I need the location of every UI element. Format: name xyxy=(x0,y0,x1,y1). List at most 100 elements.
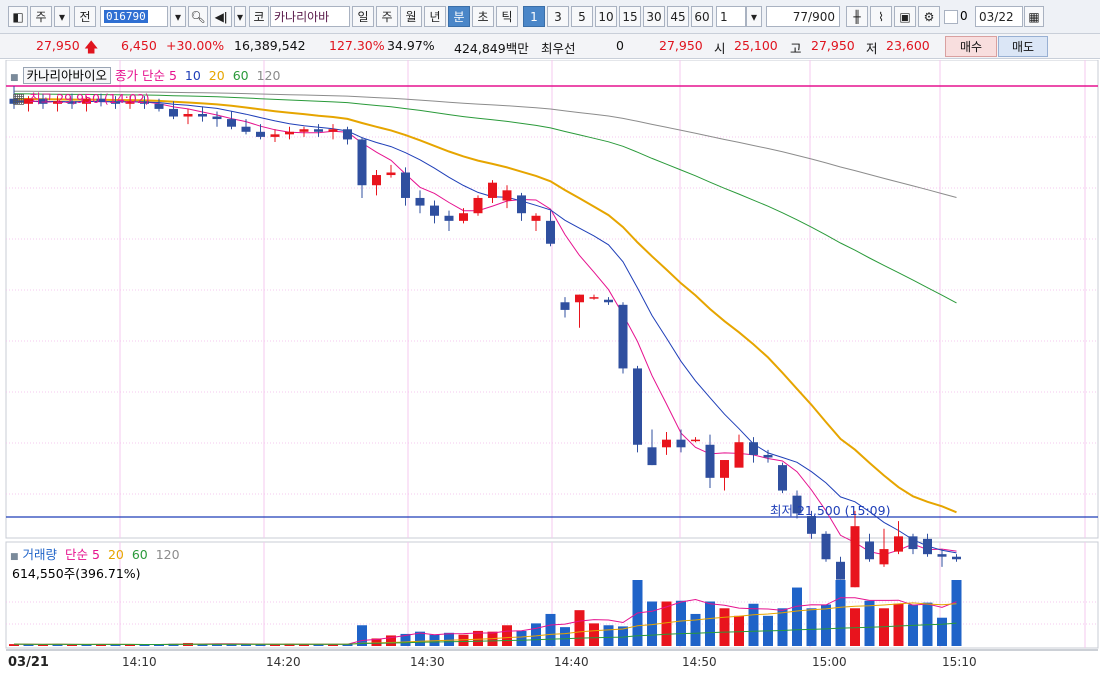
sound-icon[interactable]: ◀ǀ xyxy=(210,6,232,27)
gear-icon[interactable]: ⚙ xyxy=(918,6,940,27)
interval-button-2[interactable]: 5 xyxy=(571,6,593,27)
volume-bar xyxy=(502,625,512,646)
volume-bar xyxy=(589,623,599,646)
interval-button-0[interactable]: 1 xyxy=(523,6,545,27)
grid-table-icon[interactable]: ▦ xyxy=(12,91,25,107)
interval-input[interactable]: 1 xyxy=(716,6,746,27)
layout-icon[interactable]: ◧ xyxy=(8,6,28,27)
volume-bar xyxy=(67,644,77,646)
open-price: 25,100 xyxy=(734,38,778,53)
candle-body xyxy=(923,538,932,555)
volume-bar xyxy=(792,587,802,646)
candle-body xyxy=(169,108,178,117)
high-annotation: 최고 29,950 (14:02) xyxy=(29,91,150,106)
candle-body xyxy=(691,439,700,442)
volume-bar xyxy=(893,603,904,646)
volume-bar xyxy=(937,617,947,646)
volume-bar xyxy=(821,604,831,646)
interval-button-1[interactable]: 3 xyxy=(547,6,569,27)
period-button-4[interactable]: 분 xyxy=(448,6,470,27)
candle-body xyxy=(531,215,541,221)
period-button-3[interactable]: 년 xyxy=(424,6,446,27)
high-label: 고 xyxy=(790,41,802,56)
volume-bar xyxy=(748,603,759,646)
line-tool-icon[interactable]: ⌇ xyxy=(870,6,892,27)
ma10-line xyxy=(13,100,957,554)
candle-body xyxy=(879,549,889,565)
interval-button-7[interactable]: 60 xyxy=(691,6,713,27)
candle-body xyxy=(430,205,439,216)
type-selector[interactable]: 주 xyxy=(30,6,52,27)
candle-body xyxy=(154,103,164,109)
volume-bar xyxy=(835,580,846,646)
code-dropdown-icon[interactable]: ▾ xyxy=(170,6,186,27)
volume-bar xyxy=(531,623,541,646)
chart-svg[interactable]: 03/21 14:10 14:20 14:30 14:40 14:50 15:00 15:10 xyxy=(0,59,1100,674)
volume-bar xyxy=(806,608,817,646)
candle-body xyxy=(343,129,352,140)
interval-button-6[interactable]: 45 xyxy=(667,6,689,27)
volume-bar xyxy=(864,600,875,646)
volume-layer xyxy=(9,580,962,646)
sound-dropdown-icon[interactable]: ▾ xyxy=(234,6,246,27)
period-button-5[interactable]: 초 xyxy=(472,6,494,27)
period-button-0[interactable]: 일 xyxy=(352,6,374,27)
volume-legend-toggle-icon[interactable]: ■ xyxy=(10,552,19,562)
count-field[interactable]: 77/900 xyxy=(766,6,840,27)
interval-button-3[interactable]: 10 xyxy=(595,6,617,27)
candle-body xyxy=(488,182,497,198)
candle-body xyxy=(763,454,773,458)
sell-button[interactable]: 매도 xyxy=(998,36,1048,57)
period-button-6[interactable]: 틱 xyxy=(496,6,518,27)
type-dropdown-icon[interactable]: ▾ xyxy=(54,6,70,27)
calendar-icon[interactable]: ▦ xyxy=(1024,6,1044,27)
stock-name-field[interactable]: 카나리아바 xyxy=(270,6,350,27)
candle-body xyxy=(865,541,874,560)
candle-body xyxy=(749,442,758,455)
buy-button[interactable]: 매수 xyxy=(945,36,997,57)
candle-body xyxy=(183,113,193,117)
price-ma-prefix: 종가 단순 xyxy=(115,68,165,83)
candle-body xyxy=(734,442,744,468)
candle-body xyxy=(676,439,686,448)
candle-body xyxy=(604,299,613,303)
price-panel-title[interactable]: 카나리아바이오 xyxy=(22,67,112,84)
chart-area[interactable]: 03/21 14:10 14:20 14:30 14:40 14:50 15:00 15:10… xyxy=(0,59,1100,674)
candle-body xyxy=(662,439,671,448)
period-button-2[interactable]: 월 xyxy=(400,6,422,27)
save-icon[interactable]: ▣ xyxy=(894,6,916,27)
candle-body xyxy=(517,195,526,214)
period-button-1[interactable]: 주 xyxy=(376,6,398,27)
search-icon[interactable]: 🔍︎ xyxy=(188,6,208,27)
interval-button-4[interactable]: 15 xyxy=(619,6,641,27)
open-label: 시 xyxy=(714,41,726,56)
priority-label: 최우선 xyxy=(541,41,576,56)
candle-body xyxy=(589,297,599,299)
candle-body xyxy=(401,172,410,198)
checkbox[interactable] xyxy=(944,10,958,24)
candle-body xyxy=(908,536,918,550)
candle-body xyxy=(357,139,367,186)
code-input[interactable]: 016790 xyxy=(100,6,168,27)
candle-type-icon[interactable]: ╫ xyxy=(846,6,868,27)
volume-bar xyxy=(516,630,527,646)
change-amount: 6,450 xyxy=(121,38,157,53)
period-selector[interactable]: 전 xyxy=(74,6,96,27)
candle-body xyxy=(227,119,236,127)
legend-toggle-icon[interactable]: ■ xyxy=(10,73,19,83)
candle-body xyxy=(502,190,512,201)
volume-bar xyxy=(545,613,556,646)
interval-button-5[interactable]: 30 xyxy=(643,6,665,27)
volume-value: 16,389,542 xyxy=(234,38,306,53)
volume-bar xyxy=(444,632,454,646)
candle-body xyxy=(198,113,207,117)
candle-body xyxy=(546,220,555,244)
current-price: 27,950 xyxy=(36,38,80,53)
interval-dropdown-icon[interactable]: ▾ xyxy=(746,6,762,27)
volume-ma60-label: 60 xyxy=(131,547,148,562)
x-axis-tick-label: 15:00 xyxy=(812,655,847,669)
candle-body xyxy=(285,131,294,135)
candle-body xyxy=(241,126,251,132)
date-field[interactable]: 03/22 xyxy=(975,6,1023,27)
candle-body xyxy=(575,294,584,303)
